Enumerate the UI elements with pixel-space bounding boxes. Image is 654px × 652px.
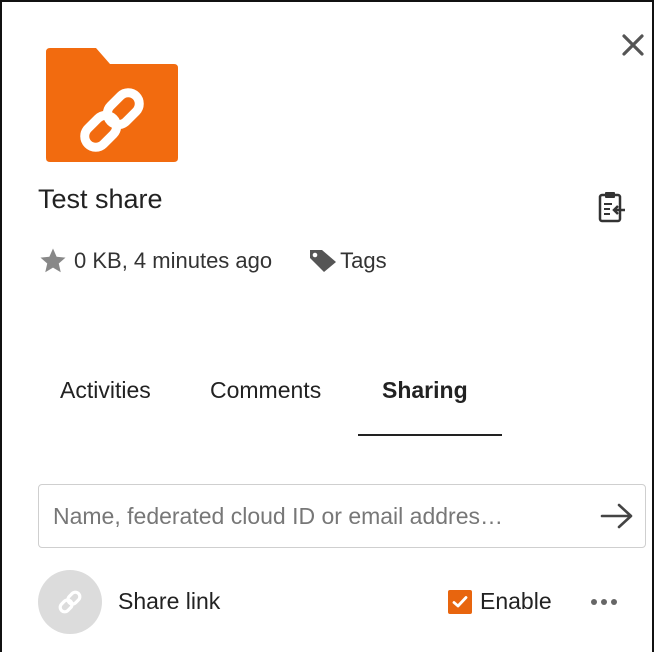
star-icon[interactable] [38, 246, 68, 276]
share-link-menu-button[interactable] [586, 588, 622, 616]
submit-share-button[interactable] [589, 486, 645, 546]
tab-sharing[interactable]: Sharing [382, 372, 468, 408]
tag-icon [310, 250, 337, 272]
sidebar-panel: Test share 0 KB, 4 minutes ago Tags Acti… [0, 0, 654, 652]
share-link-row: Share link Enable [38, 570, 646, 634]
tags-button[interactable]: Tags [308, 248, 387, 274]
enable-checkbox[interactable] [448, 589, 472, 614]
share-search-box [38, 484, 646, 548]
share-link-avatar [38, 570, 102, 634]
share-link-label: Share link [118, 588, 221, 614]
tags-label: Tags [340, 248, 387, 273]
clipboard-icon [598, 192, 625, 223]
share-search-input[interactable] [39, 486, 589, 546]
more-icon [591, 599, 617, 605]
arrow-right-icon [600, 503, 633, 529]
close-button[interactable] [616, 28, 650, 62]
enable-label: Enable [480, 588, 552, 614]
tab-comments[interactable]: Comments [210, 372, 321, 408]
copy-link-button[interactable] [597, 190, 627, 224]
file-title: Test share [38, 184, 163, 214]
close-icon [622, 34, 644, 56]
sidebar-tabs: Activities Comments Sharing [2, 372, 654, 438]
link-icon [58, 590, 82, 614]
file-size-time: 0 KB, 4 minutes ago [74, 248, 273, 273]
checkmark-icon [452, 595, 468, 607]
tab-activities[interactable]: Activities [60, 372, 151, 408]
file-meta: 0 KB, 4 minutes ago Tags [38, 246, 387, 276]
link-folder-icon [46, 48, 178, 162]
active-tab-indicator [358, 434, 502, 436]
enable-share-link-toggle[interactable]: Enable [448, 588, 552, 615]
